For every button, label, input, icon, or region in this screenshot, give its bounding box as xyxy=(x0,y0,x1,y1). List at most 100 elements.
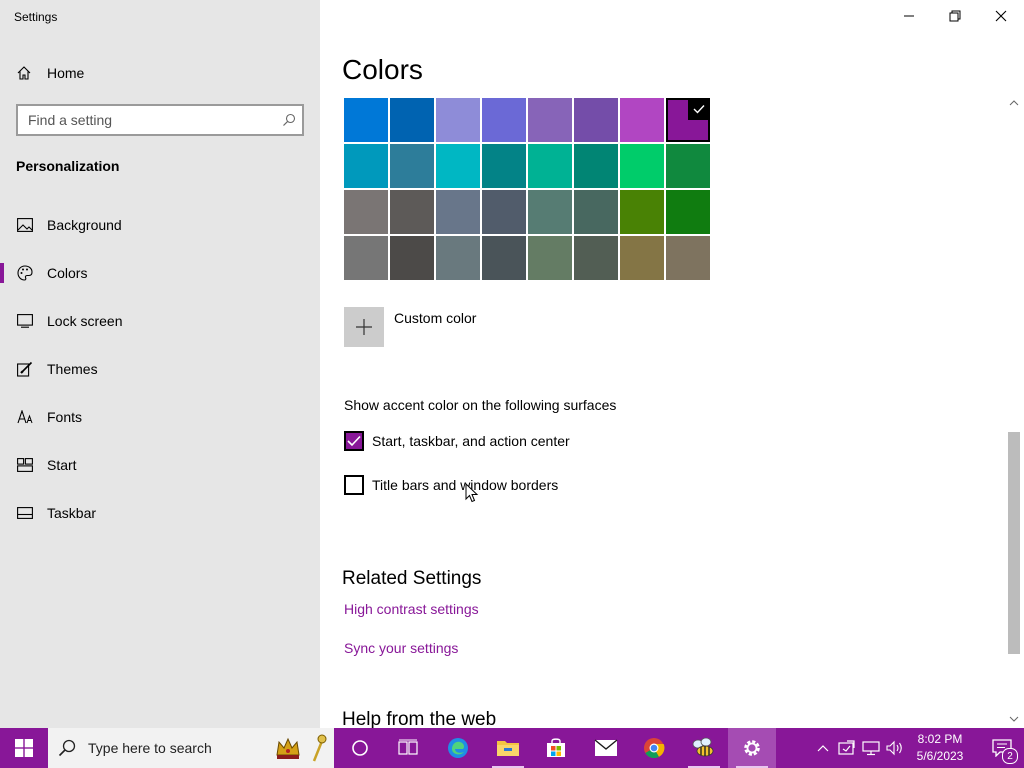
chevron-up-icon xyxy=(1009,100,1019,106)
nav-item-label: Start xyxy=(47,457,77,473)
start-taskbar-checkbox-row[interactable]: Start, taskbar, and action center xyxy=(344,431,570,451)
color-swatch[interactable] xyxy=(390,190,434,234)
accent-color-grid xyxy=(342,96,714,288)
color-swatch[interactable] xyxy=(482,236,526,280)
brush-icon xyxy=(16,361,34,377)
image-icon xyxy=(16,218,34,232)
store-button[interactable] xyxy=(532,728,580,768)
color-swatch[interactable] xyxy=(344,236,388,280)
title-bars-checkbox[interactable] xyxy=(344,475,364,495)
nav-item-background[interactable]: Background xyxy=(0,205,320,245)
cortana-icon xyxy=(352,740,368,756)
color-swatch[interactable] xyxy=(436,190,480,234)
fonts-icon xyxy=(16,410,34,424)
color-swatch[interactable] xyxy=(344,144,388,188)
nav-item-themes[interactable]: Themes xyxy=(0,349,320,389)
color-swatch[interactable] xyxy=(620,144,664,188)
mail-icon xyxy=(594,739,618,756)
color-swatch[interactable] xyxy=(344,190,388,234)
vertical-scrollbar[interactable] xyxy=(1004,96,1024,728)
nav-item-fonts[interactable]: Fonts xyxy=(0,397,320,437)
color-swatch[interactable] xyxy=(390,236,434,280)
nav-item-lock-screen[interactable]: Lock screen xyxy=(0,301,320,341)
task-view-button[interactable] xyxy=(384,728,432,768)
bee-app-button[interactable] xyxy=(680,728,728,768)
settings-button[interactable] xyxy=(728,728,776,768)
color-swatch[interactable] xyxy=(666,236,710,280)
color-swatch[interactable] xyxy=(528,190,572,234)
chrome-button[interactable] xyxy=(630,728,678,768)
mouse-cursor-icon xyxy=(465,483,479,503)
high-contrast-link[interactable]: High contrast settings xyxy=(344,601,479,617)
color-swatch[interactable] xyxy=(390,98,434,142)
color-swatch[interactable] xyxy=(436,144,480,188)
nav-item-label: Lock screen xyxy=(47,313,123,329)
start-button[interactable] xyxy=(0,728,48,768)
color-swatch[interactable] xyxy=(436,236,480,280)
title-bars-checkbox-row[interactable]: Title bars and window borders xyxy=(344,475,558,495)
close-button[interactable] xyxy=(978,0,1024,32)
nav-item-label: Taskbar xyxy=(47,505,97,521)
color-swatch[interactable] xyxy=(482,98,526,142)
color-swatch[interactable] xyxy=(620,98,664,142)
security-tray-button[interactable] xyxy=(836,728,858,768)
chevron-up-icon xyxy=(817,745,829,752)
color-swatch[interactable] xyxy=(344,98,388,142)
color-swatch[interactable] xyxy=(574,144,618,188)
color-swatch[interactable] xyxy=(528,98,572,142)
nav-item-start[interactable]: Start xyxy=(0,445,320,485)
color-swatch[interactable] xyxy=(666,190,710,234)
edge-icon xyxy=(448,738,468,758)
color-swatch[interactable] xyxy=(620,236,664,280)
plus-icon xyxy=(356,319,372,335)
custom-color-button[interactable] xyxy=(344,307,384,347)
file-explorer-button[interactable] xyxy=(484,728,532,768)
search-highlight-image xyxy=(270,730,330,766)
color-swatch[interactable] xyxy=(620,190,664,234)
network-tray-button[interactable] xyxy=(860,728,882,768)
scroll-up-arrow[interactable] xyxy=(1004,96,1024,110)
find-setting-input[interactable] xyxy=(18,108,276,132)
color-swatch[interactable] xyxy=(574,236,618,280)
show-hidden-icons-button[interactable] xyxy=(812,728,834,768)
selected-check-icon xyxy=(688,98,710,120)
nav-home[interactable]: Home xyxy=(0,58,320,88)
color-swatch[interactable] xyxy=(528,144,572,188)
color-swatch[interactable] xyxy=(528,236,572,280)
crown-icon xyxy=(275,737,300,759)
cortana-button[interactable] xyxy=(336,728,384,768)
color-swatch[interactable] xyxy=(666,144,710,188)
taskbar-search-box[interactable]: Type here to search xyxy=(48,728,334,768)
mail-button[interactable] xyxy=(582,728,630,768)
close-icon xyxy=(995,10,1007,22)
scrollbar-thumb[interactable] xyxy=(1008,432,1020,654)
custom-color-label[interactable]: Custom color xyxy=(394,310,476,326)
color-swatch[interactable] xyxy=(482,144,526,188)
section-title: Personalization xyxy=(16,158,120,174)
store-icon xyxy=(547,738,565,757)
minimize-button[interactable] xyxy=(886,0,932,32)
color-swatch[interactable] xyxy=(436,98,480,142)
start-taskbar-checkbox[interactable] xyxy=(344,431,364,451)
taskbar-clock[interactable]: 8:02 PM 5/6/2023 xyxy=(908,731,972,765)
network-icon xyxy=(862,741,880,756)
sync-settings-link[interactable]: Sync your settings xyxy=(344,640,458,656)
color-swatch[interactable] xyxy=(666,98,710,142)
nav-item-colors[interactable]: Colors xyxy=(0,253,320,293)
scroll-down-arrow[interactable] xyxy=(1004,712,1024,726)
color-swatch[interactable] xyxy=(574,98,618,142)
related-settings-heading: Related Settings xyxy=(342,568,482,589)
color-swatch[interactable] xyxy=(390,144,434,188)
volume-icon xyxy=(886,740,902,756)
color-swatch[interactable] xyxy=(574,190,618,234)
restore-button[interactable] xyxy=(932,0,978,32)
taskbar: Type here to search 8:02 PM 5/6/2023 2 xyxy=(0,728,1024,768)
edge-button[interactable] xyxy=(434,728,482,768)
action-center-button[interactable]: 2 xyxy=(980,728,1024,768)
volume-tray-button[interactable] xyxy=(884,728,906,768)
search-icon[interactable] xyxy=(276,113,302,127)
chrome-icon xyxy=(644,738,665,759)
nav-item-taskbar[interactable]: Taskbar xyxy=(0,493,320,533)
color-swatch[interactable] xyxy=(482,190,526,234)
notification-count-badge: 2 xyxy=(1002,748,1018,764)
